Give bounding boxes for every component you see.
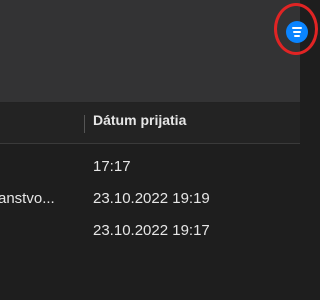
highlight-circle bbox=[274, 3, 318, 55]
message-list: 17:17 anstvo... 23.10.2022 19:19 23.10.2… bbox=[0, 144, 300, 300]
row-date: 23.10.2022 19:19 bbox=[93, 190, 210, 207]
row-subject: anstvo... bbox=[0, 190, 55, 207]
column-header-date-received[interactable]: Dátum prijatia bbox=[93, 112, 186, 128]
table-row[interactable]: anstvo... 23.10.2022 19:19 bbox=[0, 183, 300, 215]
toolbar bbox=[0, 0, 318, 103]
column-divider[interactable] bbox=[84, 115, 85, 133]
row-date: 23.10.2022 19:17 bbox=[93, 222, 210, 239]
table-row[interactable]: 23.10.2022 19:17 bbox=[0, 215, 300, 247]
table-row[interactable]: 17:17 bbox=[0, 151, 300, 183]
row-date: 17:17 bbox=[93, 158, 131, 175]
